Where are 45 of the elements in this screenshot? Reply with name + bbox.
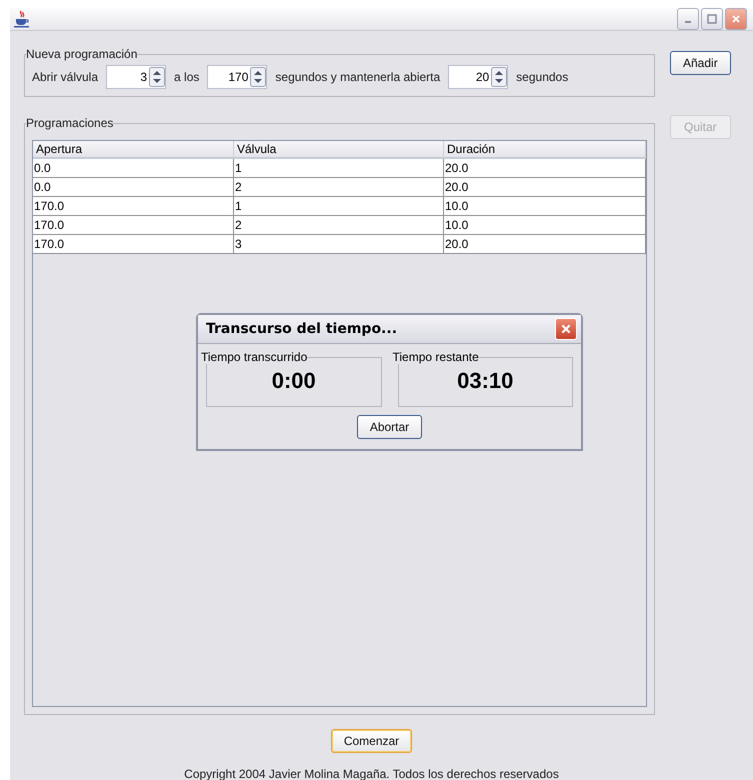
table-cell: 10.0 [444, 197, 646, 216]
close-button[interactable] [725, 8, 747, 30]
timer-value: 0:00 [272, 368, 316, 394]
number-spinner[interactable]: 3 [106, 65, 166, 89]
dialog-title: Transcurso del tiempo... [206, 321, 398, 337]
group-title: Programaciones [26, 116, 114, 130]
panel-title: Tiempo transcurrido [201, 350, 308, 364]
table-cell: 0.0 [33, 178, 234, 197]
field-label: segundos y mantenerla abierta [275, 70, 440, 84]
spinner-arrows-icon [250, 67, 266, 87]
close-icon [560, 323, 572, 335]
spinner-arrows-icon [149, 67, 166, 87]
table-cell: 20.0 [444, 178, 646, 197]
column-header[interactable]: Duración [444, 141, 646, 159]
column-header[interactable]: Apertura [33, 141, 234, 159]
close-icon [731, 14, 741, 24]
maximize-icon [707, 14, 717, 24]
spinner-arrows-icon [491, 67, 508, 87]
field-label: a los [174, 70, 200, 84]
number-spinner[interactable]: 20 [448, 65, 508, 89]
action-button[interactable]: Añadir [670, 51, 731, 75]
table-cell: 2 [234, 216, 444, 235]
table-cell: 3 [234, 235, 444, 254]
table-cell: 0.0 [33, 159, 234, 178]
maximize-button[interactable] [701, 8, 723, 30]
abort-button[interactable]: Abortar [356, 415, 422, 439]
number-spinner[interactable]: 170 [207, 65, 268, 89]
field-label: Abrir válvula [32, 70, 98, 84]
table-cell: 20.0 [444, 159, 646, 178]
table-cell: 170.0 [33, 197, 234, 216]
panel-title: Tiempo restante [392, 350, 479, 364]
table-cell: 1 [234, 197, 444, 216]
column-header[interactable]: Válvula [234, 141, 444, 159]
field-label: segundos [516, 70, 568, 84]
minimize-button[interactable] [677, 8, 699, 30]
table-cell: 170.0 [33, 216, 234, 235]
table-cell: 2 [234, 178, 444, 197]
group-title: Nueva programación [26, 47, 138, 61]
start-button[interactable]: Comenzar [330, 729, 412, 753]
timer-value: 03:10 [457, 368, 514, 394]
coffee-cup-icon [14, 10, 30, 28]
table-cell: 170.0 [33, 235, 234, 254]
table-cell: 1 [234, 159, 444, 178]
table-cell: 20.0 [444, 235, 646, 254]
table-cell: 10.0 [444, 216, 646, 235]
